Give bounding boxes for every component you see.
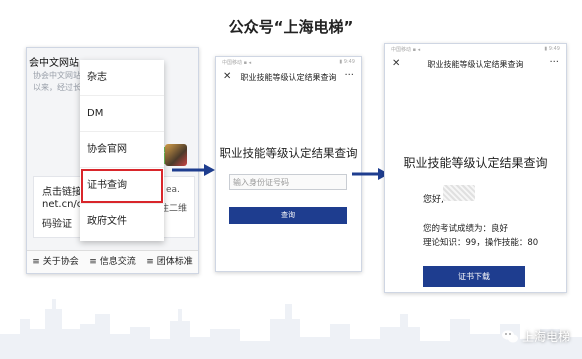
query-heading: 职业技能等级认定结果查询	[219, 146, 358, 160]
watermark-text: 上海电梯	[521, 330, 570, 344]
carrier-text: 中国移动 ▪ ◂	[391, 47, 421, 53]
menu-item-dm[interactable]: DM	[80, 96, 164, 132]
certificate-download-button[interactable]: 证书下载	[423, 266, 525, 287]
wechat-icon	[501, 330, 518, 343]
nav-bar: ✕ 职业技能等级认定结果查询 ···	[216, 67, 361, 89]
greeting-text: 您好,	[423, 195, 444, 205]
menu-item-certificate-query[interactable]: 证书查询	[80, 168, 164, 204]
query-phone-screen: 中国移动 ▪ ◂ ▮ 9:49 ✕ 职业技能等级认定结果查询 ··· 职业技能等…	[215, 56, 362, 272]
status-bar: 中国移动 ▪ ◂ ▮ 9:49	[216, 57, 361, 67]
nav-info-exchange[interactable]: ≡ 信息交流	[84, 251, 141, 273]
status-bar: 中国移动 ▪ ◂ ▮ 9:49	[385, 44, 566, 54]
arrow-right-icon	[172, 164, 215, 176]
page-title: 公众号“上海电梯”	[228, 18, 354, 36]
menu-item-official-site[interactable]: 协会官网	[80, 132, 164, 168]
watermark: 上海电梯	[501, 328, 570, 345]
card-text-1: 点击链接	[42, 187, 82, 198]
more-icon[interactable]: ···	[549, 57, 559, 68]
nav-title: 职业技能等级认定结果查询	[240, 73, 337, 82]
time-text: ▮ 9:49	[339, 59, 355, 65]
popup-menu: 杂志 DM 协会官网 证书查询 政府文件	[80, 60, 164, 241]
site-title: 会中文网站	[29, 58, 79, 69]
result-grade: 您的考试成绩为：良好	[423, 224, 509, 234]
result-scores: 理论知识：99，操作技能：80	[423, 238, 539, 248]
menu-item-magazine[interactable]: 杂志	[80, 60, 164, 96]
card-text-5: 注二维	[160, 204, 188, 214]
result-heading: 职业技能等级认定结果查询	[403, 156, 548, 170]
card-text-3: 码验证	[42, 219, 72, 230]
id-number-input[interactable]: 输入身份证号码	[229, 174, 347, 190]
time-text: ▮ 9:49	[544, 46, 560, 52]
bottom-nav: ≡ 关于协会 ≡ 信息交流 ≡ 团体标准	[27, 250, 198, 273]
query-button[interactable]: 查询	[229, 207, 347, 224]
close-icon[interactable]: ✕	[392, 58, 400, 69]
more-icon[interactable]: ···	[344, 70, 354, 81]
carrier-text: 中国移动 ▪ ◂	[222, 60, 252, 66]
redacted-name	[443, 185, 475, 201]
nav-about-association[interactable]: ≡ 关于协会	[27, 251, 84, 273]
result-phone-screen: 中国移动 ▪ ◂ ▮ 9:49 ✕ 职业技能等级认定结果查询 ··· 职业技能等…	[384, 43, 567, 293]
nav-group-standards[interactable]: ≡ 团体标准	[141, 251, 198, 273]
menu-item-government-docs[interactable]: 政府文件	[80, 204, 164, 240]
nav-bar: ✕ 职业技能等级认定结果查询 ···	[385, 54, 566, 76]
nav-title: 职业技能等级认定结果查询	[427, 60, 524, 69]
close-icon[interactable]: ✕	[223, 71, 231, 82]
card-text-4: ea.	[166, 185, 180, 195]
